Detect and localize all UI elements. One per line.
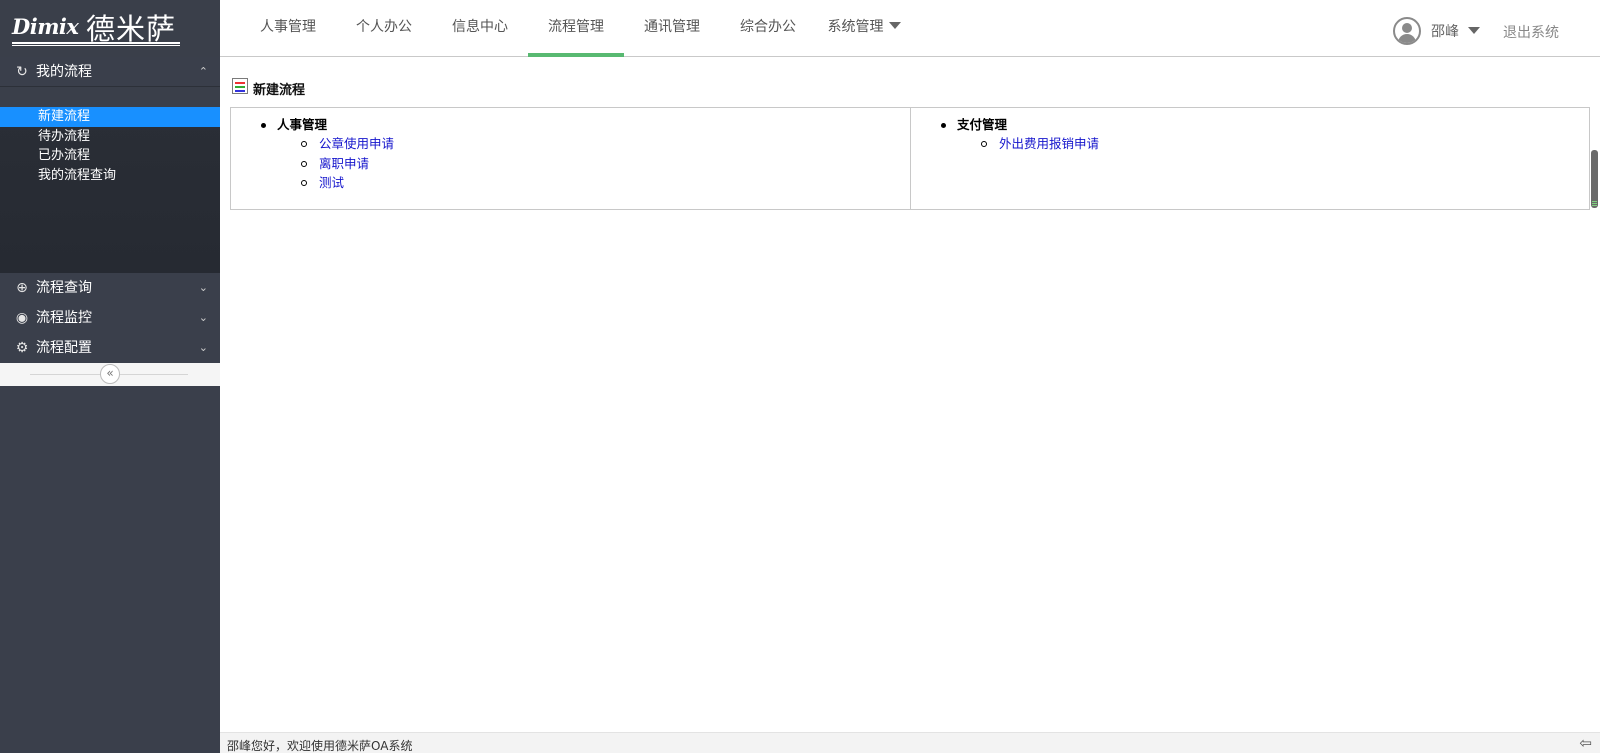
nav-tab-hr[interactable]: 人事管理 bbox=[240, 0, 336, 57]
main-content: 新建流程 人事管理 公章使用申请 离职申请 测试 支付管理 外出费用报销申请 bbox=[220, 57, 1600, 732]
sidebar-section-label: 流程监控 bbox=[36, 310, 92, 326]
sidebar-item-done-flow[interactable]: 已办流程 bbox=[0, 146, 220, 166]
sidebar-item-label: 新建流程 bbox=[38, 109, 91, 124]
sidebar-section-flow-config[interactable]: ⚙ 流程配置 ⌄ bbox=[0, 333, 220, 363]
logout-button[interactable]: 退出系统 bbox=[1503, 22, 1559, 42]
nav-tab-label: 通讯管理 bbox=[644, 19, 700, 35]
flow-group-hr: 人事管理 公章使用申请 离职申请 测试 bbox=[259, 116, 394, 192]
logo-underline-thin bbox=[12, 45, 180, 46]
nav-tab-info-center[interactable]: 信息中心 bbox=[432, 0, 528, 57]
flow-category-table: 人事管理 公章使用申请 离职申请 测试 支付管理 外出费用报销申请 bbox=[230, 107, 1590, 210]
flow-group-title: 支付管理 bbox=[939, 116, 1099, 133]
sidebar-item-new-flow[interactable]: 新建流程 bbox=[0, 107, 220, 127]
flow-group-payment: 支付管理 外出费用报销申请 bbox=[939, 116, 1099, 153]
main-nav: 人事管理 个人办公 信息中心 流程管理 通讯管理 综合办公 系统管理 bbox=[240, 0, 912, 57]
nav-tab-label: 人事管理 bbox=[260, 19, 316, 35]
scrollbar-thumb[interactable] bbox=[1591, 150, 1598, 208]
top-bar: Dimix 德米萨 人事管理 个人办公 信息中心 流程管理 通讯管理 综合办公 … bbox=[0, 0, 1600, 57]
nav-tab-communication[interactable]: 通讯管理 bbox=[624, 0, 720, 57]
caret-down-icon bbox=[888, 22, 901, 29]
sidebar: ↻ 我的流程 ⌃ 新建流程 待办流程 已办流程 我的流程查询 ⊕ 流程查询 ⌄ … bbox=[0, 57, 220, 753]
sidebar-section-label: 流程配置 bbox=[36, 340, 92, 356]
sidebar-item-label: 待办流程 bbox=[38, 128, 91, 144]
double-chevron-down-icon: ⌄ bbox=[198, 311, 208, 324]
nav-tab-label: 个人办公 bbox=[356, 19, 412, 35]
double-chevron-up-icon: ⌃ bbox=[198, 65, 208, 78]
status-bar: 邵峰您好，欢迎使用德米萨OA系统 ⇦ bbox=[220, 732, 1600, 753]
sidebar-item-label: 我的流程查询 bbox=[38, 167, 117, 183]
nav-tab-workflow[interactable]: 流程管理 bbox=[528, 0, 624, 57]
eye-icon: ◉ bbox=[15, 310, 29, 326]
flow-category-cell: 支付管理 外出费用报销申请 bbox=[910, 108, 1589, 209]
nav-tab-general-office[interactable]: 综合办公 bbox=[720, 0, 816, 57]
flow-link-seal-request[interactable]: 公章使用申请 bbox=[301, 135, 394, 153]
double-chevron-down-icon: ⌄ bbox=[198, 341, 208, 354]
nav-tab-system[interactable]: 系统管理 bbox=[816, 0, 912, 57]
user-area: 邵峰 退出系统 bbox=[1360, 0, 1600, 57]
sidebar-section-my-flow[interactable]: ↻ 我的流程 ⌃ bbox=[0, 57, 220, 87]
user-name[interactable]: 邵峰 bbox=[1431, 21, 1459, 41]
form-list-icon bbox=[232, 78, 248, 94]
my-flow-submenu: 新建流程 待办流程 已办流程 我的流程查询 bbox=[0, 87, 220, 273]
flow-category-cell: 人事管理 公章使用申请 离职申请 测试 bbox=[231, 108, 910, 209]
nav-tab-label: 流程管理 bbox=[548, 19, 604, 35]
double-chevron-down-icon: ⌄ bbox=[198, 281, 208, 294]
sidebar-item-label: 已办流程 bbox=[38, 148, 91, 163]
exit-arrow-icon[interactable]: ⇦ bbox=[1579, 735, 1592, 751]
sidebar-section-flow-query[interactable]: ⊕ 流程查询 ⌄ bbox=[0, 273, 220, 303]
caret-down-icon[interactable] bbox=[1468, 27, 1480, 34]
user-avatar-icon[interactable] bbox=[1393, 17, 1421, 45]
nav-tab-label: 系统管理 bbox=[827, 19, 884, 35]
collapse-sidebar-button[interactable]: « bbox=[100, 364, 120, 384]
nav-tab-label: 综合办公 bbox=[740, 19, 796, 35]
nav-tab-label: 信息中心 bbox=[452, 19, 508, 35]
gear-icon: ⚙ bbox=[15, 340, 29, 356]
sidebar-section-flow-monitor[interactable]: ◉ 流程监控 ⌄ bbox=[0, 303, 220, 333]
flow-link-test[interactable]: 测试 bbox=[301, 174, 394, 192]
sidebar-section-label: 流程查询 bbox=[36, 280, 92, 296]
sidebar-item-todo-flow[interactable]: 待办流程 bbox=[0, 127, 220, 147]
flow-link-resignation[interactable]: 离职申请 bbox=[301, 155, 394, 173]
brand-logo[interactable]: Dimix 德米萨 bbox=[0, 0, 220, 57]
nav-tab-personal-office[interactable]: 个人办公 bbox=[336, 0, 432, 57]
sidebar-collapse-bar: « bbox=[0, 363, 220, 386]
refresh-icon: ↻ bbox=[16, 64, 28, 80]
search-icon: ⊕ bbox=[16, 280, 28, 296]
flow-group-title: 人事管理 bbox=[259, 116, 394, 133]
logo-underline bbox=[12, 42, 180, 44]
welcome-message: 邵峰您好，欢迎使用德米萨OA系统 bbox=[227, 739, 413, 753]
page-title: 新建流程 bbox=[253, 83, 306, 98]
brand-latin: Dimix bbox=[12, 14, 79, 39]
flow-link-travel-expense[interactable]: 外出费用报销申请 bbox=[981, 135, 1099, 153]
sidebar-section-label: 我的流程 bbox=[36, 64, 92, 80]
sidebar-item-my-flow-query[interactable]: 我的流程查询 bbox=[0, 166, 220, 186]
